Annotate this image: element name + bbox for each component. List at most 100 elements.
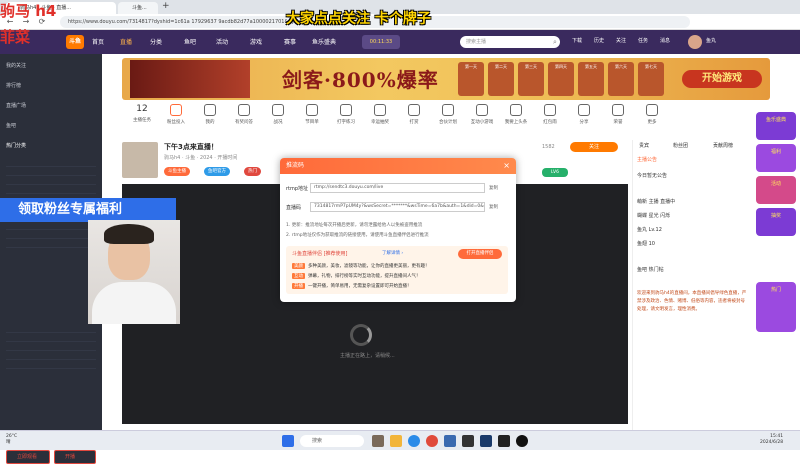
ad-tile[interactable]: 活动 bbox=[756, 176, 796, 204]
panel-row: 鱼丸 Lv.12 bbox=[637, 227, 662, 233]
tab-weekly-rank[interactable]: 贡献周榜 bbox=[713, 142, 733, 149]
panel-row: 萌新 主播 直播中 bbox=[637, 199, 676, 205]
watch-now-button[interactable]: 立即观看 bbox=[6, 450, 50, 464]
steam-icon[interactable] bbox=[480, 435, 492, 447]
banner-day-item: 第五天 bbox=[578, 62, 604, 96]
stream-title: 下午3点来直播！ bbox=[164, 143, 218, 151]
search-icon[interactable]: ⌕ bbox=[553, 38, 557, 47]
countdown-badge[interactable]: 00:11:33 bbox=[362, 35, 400, 49]
feature-more[interactable]: 更多 bbox=[632, 104, 672, 125]
nav-item-home[interactable]: 首页 bbox=[92, 37, 104, 46]
server-field[interactable]: rtmp://sendtc3.douyu.com/live bbox=[310, 183, 485, 193]
banner-headline: 剑客·800%爆率 bbox=[282, 68, 439, 92]
nav-messages[interactable]: 消息 bbox=[660, 37, 670, 44]
dialog-title: 推流码 bbox=[280, 158, 516, 174]
obs-icon[interactable] bbox=[462, 435, 474, 447]
tab-fanclub[interactable]: 粉丝团 bbox=[673, 142, 688, 149]
nav-tasks[interactable]: 任务 bbox=[638, 37, 648, 44]
promo-badge: 互动 bbox=[292, 273, 305, 279]
promo-detail-link[interactable]: 了解详情 › bbox=[382, 250, 403, 256]
promo-text: 多种美颜，美妆，滤镜等功能，让你的直播更美丽，更有趣！ bbox=[308, 264, 430, 269]
file-explorer-icon[interactable] bbox=[390, 435, 402, 447]
sidebar-item-fishbar[interactable]: 鱼吧 bbox=[6, 122, 16, 129]
site-logo[interactable]: 斗鱼 bbox=[66, 35, 84, 49]
companion-promo: 斗鱼直播伴侣 [推荐使用] 了解详情 › 打开直播伴侣 美颜 多种美颜，美妆，滤镜… bbox=[286, 246, 508, 294]
nav-fishball[interactable]: 鱼丸 bbox=[706, 37, 716, 44]
nav-item-live[interactable]: 直播 bbox=[120, 37, 132, 46]
nav-item-games[interactable]: 游戏 bbox=[250, 37, 262, 46]
webcam-shirt bbox=[92, 282, 176, 324]
weather-widget[interactable]: 26°C 晴 bbox=[6, 434, 17, 446]
fan-count: 1582 bbox=[542, 144, 555, 150]
dialog-note: 1. 更新：推流地址每次开播后更新，请勿泄露给他人以免被盗用推流 bbox=[286, 223, 423, 228]
gamepad-icon bbox=[476, 104, 488, 116]
task-view-icon[interactable] bbox=[372, 435, 384, 447]
ad-tile[interactable]: 福利 bbox=[756, 144, 796, 172]
gift-icon bbox=[374, 104, 386, 116]
taskbar-search[interactable]: 搜索 bbox=[300, 435, 364, 447]
chrome-icon[interactable] bbox=[426, 435, 438, 447]
megaphone-icon bbox=[510, 104, 522, 116]
banner-day-item: 第七天 bbox=[638, 62, 664, 96]
chart-icon bbox=[272, 104, 284, 116]
stream-tag[interactable]: 斗鱼主播 bbox=[164, 167, 190, 176]
right-ad-column: 鱼乐盛典 福利 活动 抽奖 热门 bbox=[756, 112, 796, 332]
copy-key-button[interactable]: 复制 bbox=[489, 204, 498, 210]
webcam-hair bbox=[104, 224, 154, 244]
ad-tile[interactable]: 鱼乐盛典 bbox=[756, 112, 796, 140]
close-icon[interactable]: × bbox=[503, 158, 510, 174]
redpacket-icon bbox=[544, 104, 556, 116]
search-input[interactable]: 搜索主播 bbox=[460, 36, 560, 48]
banner-day-item: 第四天 bbox=[548, 62, 574, 96]
left-sidebar: 我的关注 排行榜 直播广场 鱼吧 热门分类 立即观看 开播 bbox=[0, 54, 102, 464]
sidebar-item-follow[interactable]: 我的关注 bbox=[6, 62, 26, 69]
nav-download[interactable]: 下载 bbox=[572, 37, 582, 44]
tab-vip[interactable]: 贵宾 bbox=[639, 142, 649, 149]
copy-server-button[interactable]: 复制 bbox=[489, 185, 498, 191]
open-companion-button[interactable]: 打开直播伴侣 bbox=[458, 249, 502, 259]
sidebar-item-rank[interactable]: 排行榜 bbox=[6, 82, 21, 89]
app-icon[interactable] bbox=[444, 435, 456, 447]
nav-item-activity[interactable]: 活动 bbox=[216, 37, 228, 46]
share-icon bbox=[578, 104, 590, 116]
edge-icon[interactable] bbox=[408, 435, 420, 447]
stream-tag[interactable]: 热门 bbox=[244, 167, 261, 176]
stream-tag[interactable]: 鱼吧官方 bbox=[204, 167, 230, 176]
tiktok-icon[interactable] bbox=[516, 435, 528, 447]
clock-date: 2024/6/28 bbox=[760, 440, 784, 445]
handshake-icon bbox=[442, 104, 454, 116]
follow-button[interactable]: 关注 bbox=[570, 142, 618, 152]
quiz-icon bbox=[238, 104, 250, 116]
nav-item-fishbar[interactable]: 鱼吧 bbox=[184, 37, 196, 46]
streamer-avatar[interactable] bbox=[122, 142, 158, 178]
new-tab-button[interactable]: + bbox=[162, 1, 170, 11]
ad-tile[interactable]: 抽奖 bbox=[756, 208, 796, 236]
nav-item-festival[interactable]: 鱼乐盛典 bbox=[312, 37, 336, 46]
banner-day-item: 第二天 bbox=[488, 62, 514, 96]
webcam-overlay bbox=[88, 220, 180, 324]
app-icon[interactable] bbox=[498, 435, 510, 447]
system-clock[interactable]: 15:41 2024/6/28 bbox=[760, 434, 783, 446]
promo-row: 美颜 多种美颜，美妆，滤镜等功能，让你的直播更美丽，更有趣！ bbox=[292, 263, 430, 269]
overlay-fan-benefit-banner: 领取粉丝专属福利 bbox=[0, 198, 176, 222]
chat-notice: 欢迎来到驹马h4的直播间，本直播间倡导绿色直播，严禁涉及政治、色情、赌博、低俗等… bbox=[637, 291, 747, 312]
browser-tab[interactable]: 斗鱼... bbox=[118, 2, 158, 14]
user-avatar[interactable] bbox=[688, 35, 702, 49]
nav-history[interactable]: 历史 bbox=[594, 37, 604, 44]
game-ad-banner[interactable]: 剑客·800%爆率 第一天 第二天 第三天 第四天 第五天 第六天 第七天 开始… bbox=[122, 58, 770, 100]
banner-day-item: 第一天 bbox=[458, 62, 484, 96]
ad-tile[interactable]: 热门 bbox=[756, 282, 796, 332]
promo-badge: 开播 bbox=[292, 283, 305, 289]
windows-taskbar: 26°C 晴 搜索 15:41 2024/6/28 bbox=[0, 430, 800, 450]
nav-follow[interactable]: 关注 bbox=[616, 37, 626, 44]
nav-item-events[interactable]: 赛事 bbox=[284, 37, 296, 46]
panel-row: 今日暂无公告 bbox=[637, 173, 668, 179]
start-game-button[interactable]: 开始游戏 bbox=[682, 70, 762, 88]
stream-subtitle: 驹马h4 · 斗鱼 · 2024 · 开播时间 bbox=[164, 155, 238, 161]
windows-start-icon[interactable] bbox=[282, 435, 294, 447]
nav-item-category[interactable]: 分类 bbox=[150, 37, 162, 46]
start-broadcast-button[interactable]: 开播 bbox=[54, 450, 96, 464]
sidebar-item-square[interactable]: 直播广场 bbox=[6, 102, 26, 109]
stream-key-field[interactable]: 7314817rmP7pUM4y?&wsSecret=*******&wsTim… bbox=[310, 202, 485, 212]
sidebar-list-2 bbox=[6, 324, 96, 374]
